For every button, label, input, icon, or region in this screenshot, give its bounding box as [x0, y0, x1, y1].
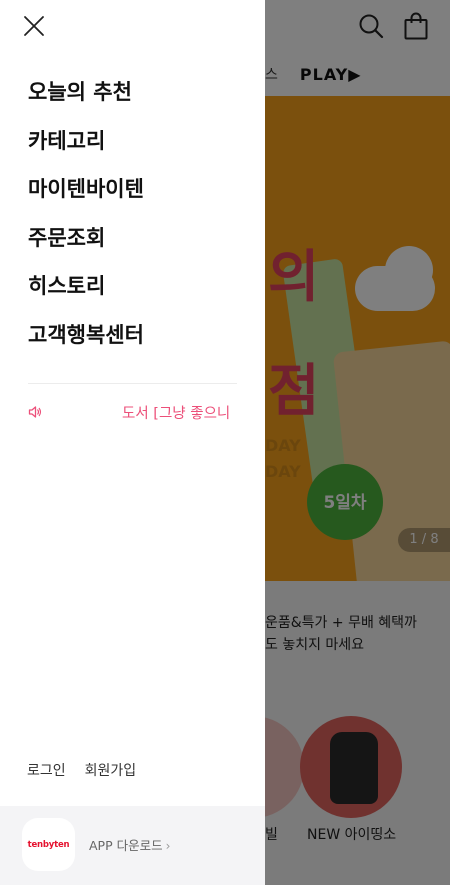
drawer-menu: 오늘의 추천 카테고리 마이텐바이텐 주문조회 히스토리 고객행복센터: [28, 74, 144, 365]
speaker-icon: [28, 404, 42, 423]
tenbyten-logo: tenbyten: [22, 818, 75, 871]
menu-item-my-tenbyten[interactable]: 마이텐바이텐: [28, 171, 144, 220]
app-download-bar: tenbyten APP 다운로드 ›: [0, 806, 265, 885]
app-download-link[interactable]: APP 다운로드 ›: [89, 835, 170, 854]
notice-text[interactable]: 도서 [그냥 좋으니: [122, 402, 230, 423]
close-icon[interactable]: [18, 10, 50, 42]
logo-text: tenbyten: [27, 839, 70, 850]
side-drawer: 오늘의 추천 카테고리 마이텐바이텐 주문조회 히스토리 고객행복센터 도서 […: [0, 0, 265, 885]
menu-item-order-lookup[interactable]: 주문조회: [28, 220, 144, 269]
login-link[interactable]: 로그인: [27, 760, 66, 780]
app-screen: 스 PLAY▶ 의 점 5일차 DAY DAY 1 / 8 운품&특가 + 무배…: [0, 0, 450, 885]
menu-item-history[interactable]: 히스토리: [28, 268, 144, 317]
menu-item-customer-center[interactable]: 고객행복센터: [28, 317, 144, 366]
notice-ticker[interactable]: 도서 [그냥 좋으니: [28, 402, 237, 424]
menu-item-category[interactable]: 카테고리: [28, 123, 144, 172]
chevron-right-icon: ›: [165, 839, 171, 853]
divider: [28, 383, 237, 384]
app-download-label: APP 다운로드: [89, 838, 163, 853]
menu-item-today-recommend[interactable]: 오늘의 추천: [28, 74, 144, 123]
auth-links: 로그인 회원가입: [27, 760, 136, 780]
signup-link[interactable]: 회원가입: [85, 760, 137, 780]
